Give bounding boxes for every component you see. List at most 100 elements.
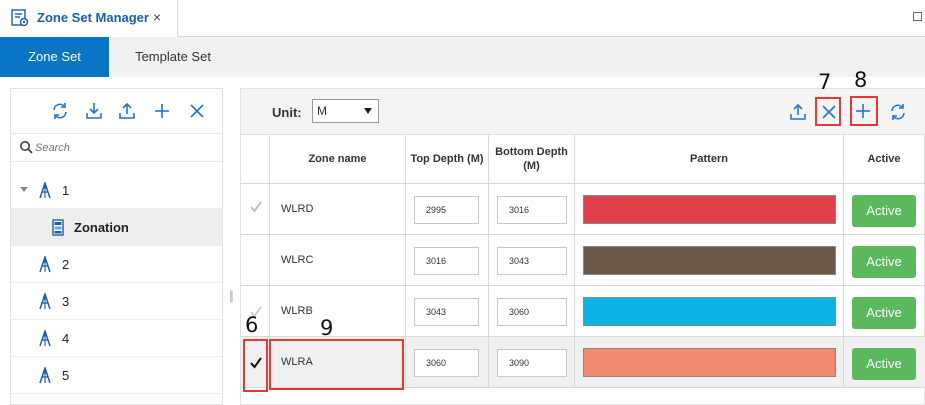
annotation-number: 9: [320, 316, 334, 340]
top-depth-input[interactable]: 3060: [414, 349, 479, 377]
top-depth-header[interactable]: Top Depth (M): [406, 135, 489, 184]
active-cell: Active: [844, 337, 925, 387]
window-tabbar: Zone Set Manager ×: [0, 0, 925, 37]
zone-name: WLRD: [281, 203, 314, 215]
tree-item-3[interactable]: 3: [11, 283, 222, 320]
bottom-depth-input[interactable]: 3090: [497, 349, 567, 377]
active-header[interactable]: Active: [844, 135, 925, 184]
pattern-swatch[interactable]: [583, 348, 836, 377]
pattern-cell: [575, 184, 844, 234]
top-depth-input[interactable]: 2995: [414, 196, 479, 224]
active-button[interactable]: Active: [852, 348, 916, 380]
bottom-depth-header[interactable]: Bottom Depth (M): [489, 135, 575, 184]
maximize-icon[interactable]: [913, 12, 922, 21]
table-row[interactable]: WLRB 3043 3060 Active: [241, 286, 925, 337]
refresh-icon[interactable]: [888, 102, 908, 122]
row-check-cell[interactable]: [241, 235, 270, 285]
annotation-number: 6: [245, 313, 259, 337]
top-depth-input[interactable]: 3016: [414, 247, 479, 275]
top-depth-cell: 3016: [406, 235, 489, 285]
annotation-number: 7: [818, 70, 832, 94]
tree-item-label: Zonation: [74, 220, 129, 235]
caret-down-icon[interactable]: [20, 185, 28, 193]
rig-icon: [39, 256, 51, 273]
unit-dropdown[interactable]: M: [312, 99, 379, 123]
pattern-swatch[interactable]: [583, 297, 836, 326]
tree-item-5[interactable]: 5: [11, 357, 222, 394]
table-row[interactable]: WLRC 3016 3043 Active: [241, 235, 925, 286]
pattern-cell: [575, 286, 844, 336]
tree-item-2[interactable]: 2: [11, 246, 222, 283]
close-tab-icon[interactable]: ×: [153, 9, 161, 25]
active-cell: Active: [844, 286, 925, 336]
zone-name-header[interactable]: Zone name: [270, 135, 406, 184]
top-depth-input[interactable]: 3043: [414, 298, 479, 326]
check-icon: [250, 201, 262, 213]
annotation-box-zone-name: [269, 339, 404, 390]
table-row[interactable]: WLRD 2995 3016 Active: [241, 184, 925, 235]
annotation-box-delete: [815, 97, 841, 126]
tree-item-zonation[interactable]: Zonation: [11, 209, 222, 246]
rig-icon: [39, 182, 51, 199]
select-column-header: [241, 135, 270, 184]
top-depth-cell: 3043: [406, 286, 489, 336]
zone-manager-icon: [11, 9, 29, 27]
bottom-depth-cell: 3090: [489, 337, 575, 387]
tree-item-4[interactable]: 4: [11, 320, 222, 357]
delete-icon[interactable]: [187, 101, 207, 121]
unit-value: M: [317, 104, 327, 118]
search-input[interactable]: [35, 138, 215, 158]
zone-name-cell[interactable]: WLRB: [270, 286, 406, 336]
add-icon[interactable]: [152, 101, 172, 121]
bottom-depth-input[interactable]: 3060: [497, 298, 567, 326]
bottom-depth-cell: 3016: [489, 184, 575, 234]
zone-name: WLRB: [281, 305, 313, 317]
zone-set-tree-panel: 1 Zonation 2 3: [10, 88, 223, 405]
active-cell: Active: [844, 235, 925, 285]
bottom-depth-input[interactable]: 3016: [497, 196, 567, 224]
tree-item-1[interactable]: 1: [11, 172, 222, 209]
tree-toolbar: [11, 89, 222, 134]
rig-icon: [39, 330, 51, 347]
panel-splitter[interactable]: ||: [229, 288, 234, 303]
zone-name-cell[interactable]: WLRC: [270, 235, 406, 285]
active-button[interactable]: Active: [852, 195, 916, 227]
export-icon[interactable]: [788, 102, 808, 122]
tab-zone-set[interactable]: Zone Set: [0, 37, 109, 77]
export-icon[interactable]: [117, 101, 137, 121]
tab-title: Zone Set Manager: [37, 10, 149, 25]
annotation-number: 8: [854, 68, 868, 92]
active-button[interactable]: Active: [852, 246, 916, 278]
zone-name-cell[interactable]: WLRD: [270, 184, 406, 234]
top-depth-cell: 2995: [406, 184, 489, 234]
pattern-header[interactable]: Pattern: [575, 135, 844, 184]
search-icon: [20, 141, 33, 154]
rig-icon: [39, 293, 51, 310]
subtab-bar: Zone Set Template Set: [0, 37, 925, 77]
tree-item-label: 4: [62, 331, 70, 346]
annotation-box-check: [243, 339, 268, 392]
annotation-box-add: [850, 96, 878, 126]
zone-set-manager-tab[interactable]: Zone Set Manager ×: [0, 0, 178, 37]
tree-item-label: 3: [62, 294, 70, 309]
row-check-cell[interactable]: [241, 184, 270, 234]
bottom-depth-input[interactable]: 3043: [497, 247, 567, 275]
active-button[interactable]: Active: [852, 297, 916, 329]
pattern-swatch[interactable]: [583, 246, 836, 275]
pattern-cell: [575, 235, 844, 285]
dropdown-arrow-icon: [364, 108, 372, 114]
zone-name: WLRC: [281, 254, 314, 266]
bottom-depth-cell: 3043: [489, 235, 575, 285]
refresh-icon[interactable]: [50, 101, 70, 121]
tree-search: [11, 135, 222, 162]
tab-template-set[interactable]: Template Set: [109, 37, 237, 77]
pattern-cell: [575, 337, 844, 387]
pattern-swatch[interactable]: [583, 195, 836, 224]
unit-label: Unit:: [272, 105, 302, 120]
import-icon[interactable]: [84, 101, 104, 121]
tree-item-label: 1: [62, 183, 70, 198]
zonation-icon: [52, 219, 64, 236]
active-cell: Active: [844, 184, 925, 234]
top-depth-cell: 3060: [406, 337, 489, 387]
tree-item-label: 5: [62, 368, 70, 383]
